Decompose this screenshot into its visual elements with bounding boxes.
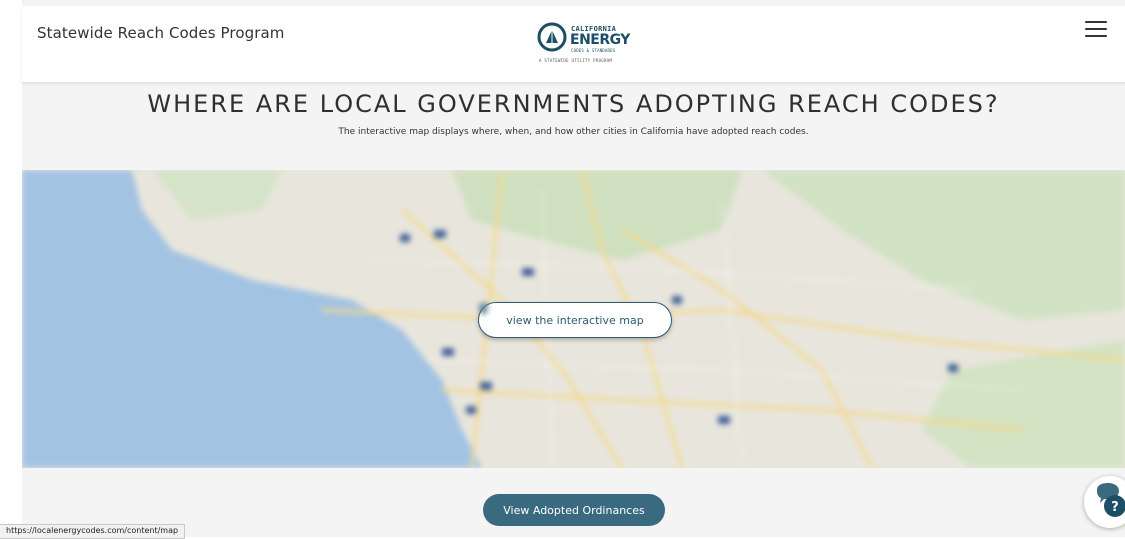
view-interactive-map-label: view the interactive map — [506, 313, 644, 327]
view-interactive-map-button[interactable]: view the interactive map — [478, 302, 672, 338]
site-title[interactable]: Statewide Reach Codes Program — [37, 24, 285, 42]
logo-text-codes: CODES & STANDARDS — [571, 48, 616, 53]
section-subtext: The interactive map displays where, when… — [338, 127, 809, 137]
map-pin-icon — [479, 303, 488, 315]
view-adopted-ordinances-button[interactable]: View Adopted Ordinances — [483, 494, 665, 526]
logo-text-tagline: A STATEWIDE UTILITY PROGRAM — [539, 58, 613, 63]
map-preview[interactable]: view the interactive map — [22, 170, 1125, 468]
svg-text:?: ? — [1111, 500, 1119, 515]
site-header: Statewide Reach Codes Program CALIFORNIA… — [22, 6, 1125, 83]
logo-text-energy: ENERGY — [570, 32, 630, 48]
help-chat-button[interactable]: ? — [1084, 476, 1125, 528]
hamburger-menu-icon[interactable] — [1085, 21, 1107, 39]
logo-emblem-icon — [537, 22, 567, 52]
chat-help-icon: ? — [1097, 483, 1125, 517]
page: Statewide Reach Codes Program CALIFORNIA… — [22, 0, 1125, 537]
california-energy-logo[interactable]: CALIFORNIA ENERGY CODES & STANDARDS A ST… — [537, 22, 637, 66]
section-heading: WHERE ARE LOCAL GOVERNMENTS ADOPTING REA… — [147, 90, 1000, 118]
